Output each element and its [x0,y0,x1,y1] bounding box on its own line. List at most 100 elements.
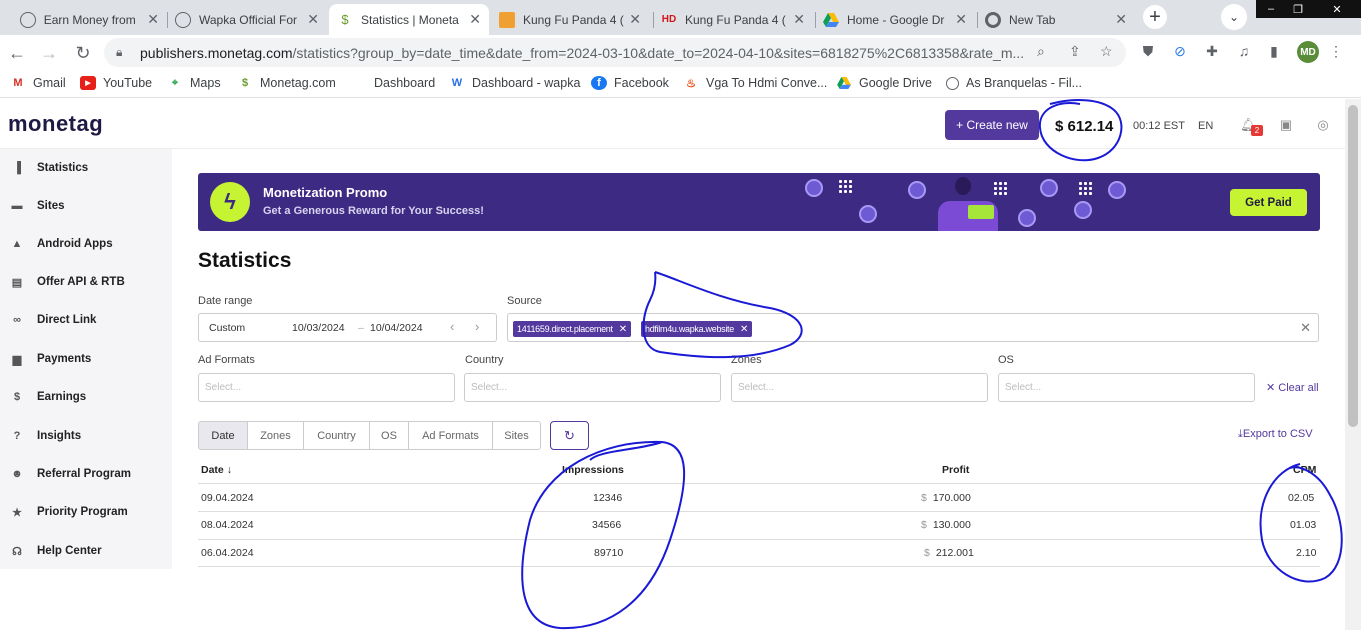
sidebar-item-referral-program[interactable]: ☻ Referral Program [0,455,172,493]
tab-title: Kung Fu Panda 4 ( [523,12,624,27]
close-icon[interactable]: ✕ [793,11,805,28]
vpn-extension-icon[interactable]: ⊘ [1172,43,1188,59]
sidebar-item-offer-api[interactable]: ▤ Offer API & RTB [0,263,172,301]
page-scrollbar[interactable] [1345,99,1361,630]
browser-tab[interactable]: Kung Fu Panda 4 ( ✕ [491,4,649,35]
clear-icon[interactable]: ✕ [1300,320,1311,336]
extensions-icon[interactable]: ✚ [1204,43,1220,59]
media-icon[interactable]: ♫ [1236,43,1252,59]
chevron-right-icon[interactable]: › [475,319,479,334]
bookmark-vga[interactable]: ♨ Vga To Hdmi Conve... [683,76,827,90]
tab-zones[interactable]: Zones [247,421,304,450]
bookmark-star-icon[interactable]: ☆ [1100,43,1113,60]
sidebar-item-earnings[interactable]: $ Earnings [0,378,172,416]
close-icon[interactable]: ✕ [147,11,159,28]
country-select[interactable]: Select... [464,373,721,402]
export-csv-link[interactable]: ⤓Export to CSV [1238,428,1313,441]
bookmark-youtube[interactable]: ▶ YouTube [80,76,152,90]
language-selector[interactable]: EN [1198,120,1213,132]
cell-impressions: 34566 [592,519,622,531]
chip-label: 1411659.direct.placement [517,324,613,334]
tab-country[interactable]: Country [303,421,370,450]
reload-button[interactable]: ↻ [72,42,94,64]
os-select[interactable]: Select... [998,373,1255,402]
bookmark-dashboard[interactable]: Dashboard [351,76,435,90]
browser-tab-active[interactable]: $ Statistics | Moneta ✕ [329,4,489,35]
browser-tab[interactable]: Earn Money from ✕ [12,4,167,35]
gift-icon[interactable]: ▣ [1278,117,1294,133]
bookmark-label: Google Drive [859,76,932,90]
balance-amount: $ 612.14 [1055,118,1114,135]
tab-os[interactable]: OS [369,421,409,450]
user-icon[interactable]: ◎ [1315,117,1331,133]
close-icon[interactable]: ✕ [619,324,627,335]
column-header-profit[interactable]: Profit [942,464,969,476]
address-bar[interactable]: 🔒︎ publishers.monetag.com/statistics?gro… [104,38,1126,67]
zoom-icon[interactable]: ⌕ [1037,43,1045,60]
share-icon[interactable]: ⇪ [1069,43,1081,60]
side-panel-icon[interactable]: ▮ [1266,43,1282,59]
bookmark-google-drive[interactable]: Google Drive [836,76,932,90]
new-tab-button[interactable]: + [1143,5,1167,29]
close-icon[interactable]: ✕ [469,11,481,28]
back-button[interactable]: ← [6,42,28,64]
refresh-button[interactable]: ↻ [550,421,589,450]
table-header-divider [198,483,1320,484]
currency-symbol: $ [921,492,927,504]
get-paid-button[interactable]: Get Paid [1230,189,1307,216]
sidebar-item-statistics[interactable]: ▐ Statistics [0,149,172,187]
sidebar-item-priority-program[interactable]: ★ Priority Program [0,493,172,531]
sidebar-item-payments[interactable]: ▆ Payments [0,340,172,378]
ad-formats-select[interactable]: Select... [198,373,455,402]
cell-profit: $212.001 [924,547,974,559]
profile-avatar[interactable]: MD [1297,41,1319,63]
bookmark-maps[interactable]: ⌖ Maps [167,76,221,90]
close-icon[interactable]: ✕ [740,324,748,335]
date-to[interactable]: 10/04/2024 [370,322,423,334]
tab-ad-formats[interactable]: Ad Formats [408,421,493,450]
zones-select[interactable]: Select... [731,373,988,402]
sidebar-item-android-apps[interactable]: ▲ Android Apps [0,225,172,263]
close-window-button[interactable]: ✕ [1313,0,1361,18]
sidebar-item-direct-link[interactable]: ∞ Direct Link [0,301,172,339]
column-header-impressions[interactable]: Impressions [562,464,624,476]
clear-all-link[interactable]: ✕ Clear all [1266,381,1319,394]
browser-tab[interactable]: Wapka Official For ✕ [167,4,327,35]
source-multiselect[interactable]: 1411659.direct.placement ✕ hdfilm4u.wapka… [507,313,1319,342]
forward-button[interactable]: → [38,42,60,64]
date-mode[interactable]: Custom [209,322,245,334]
close-icon[interactable]: ✕ [307,11,319,28]
shield-extension-icon[interactable]: ⛊ [1140,43,1156,59]
bookmark-dashboard-wapka[interactable]: W Dashboard - wapka [449,76,581,90]
bookmark-facebook[interactable]: f Facebook [591,76,669,90]
tab-search-button[interactable]: ⌄ [1221,4,1247,30]
browser-tab[interactable]: New Tab ✕ [977,4,1135,35]
scrollbar-thumb[interactable] [1348,105,1358,427]
minimize-button[interactable]: – [1256,0,1286,18]
maximize-button[interactable]: ❐ [1283,0,1313,18]
sidebar-item-insights[interactable]: ? Insights [0,417,172,455]
menu-icon[interactable]: ⋮ [1328,43,1344,59]
browser-tab[interactable]: Home - Google Dr ✕ [815,4,975,35]
close-icon[interactable]: ✕ [955,11,967,28]
chevron-left-icon[interactable]: ‹ [450,319,454,334]
ad-formats-label: Ad Formats [198,354,255,366]
cell-date: 06.04.2024 [201,547,254,559]
sidebar-item-help-center[interactable]: ☊ Help Center [0,532,172,570]
date-range-picker[interactable]: Custom 10/03/2024 – 10/04/2024 ‹ › [198,313,497,342]
close-icon[interactable]: ✕ [629,11,641,28]
monetag-logo[interactable]: monetag [8,111,103,137]
bookmark-monetag[interactable]: $ Monetag.com [237,76,336,90]
bookmark-as-branquelas[interactable]: As Branquelas - Fil... [946,76,1082,90]
create-new-button[interactable]: + Create new [945,110,1039,140]
tab-date[interactable]: Date [198,421,248,450]
browser-tab[interactable]: HD Kung Fu Panda 4 ( ✕ [653,4,813,35]
close-icon[interactable]: ✕ [1115,11,1127,28]
column-header-cpm[interactable]: CPM [1293,464,1316,476]
sidebar-item-sites[interactable]: ▬ Sites [0,187,172,225]
source-label: Source [507,295,542,307]
bookmark-gmail[interactable]: M Gmail [10,76,65,90]
column-header-date[interactable]: Date ↓ [201,464,232,476]
tab-sites[interactable]: Sites [492,421,541,450]
date-from[interactable]: 10/03/2024 [292,322,345,334]
